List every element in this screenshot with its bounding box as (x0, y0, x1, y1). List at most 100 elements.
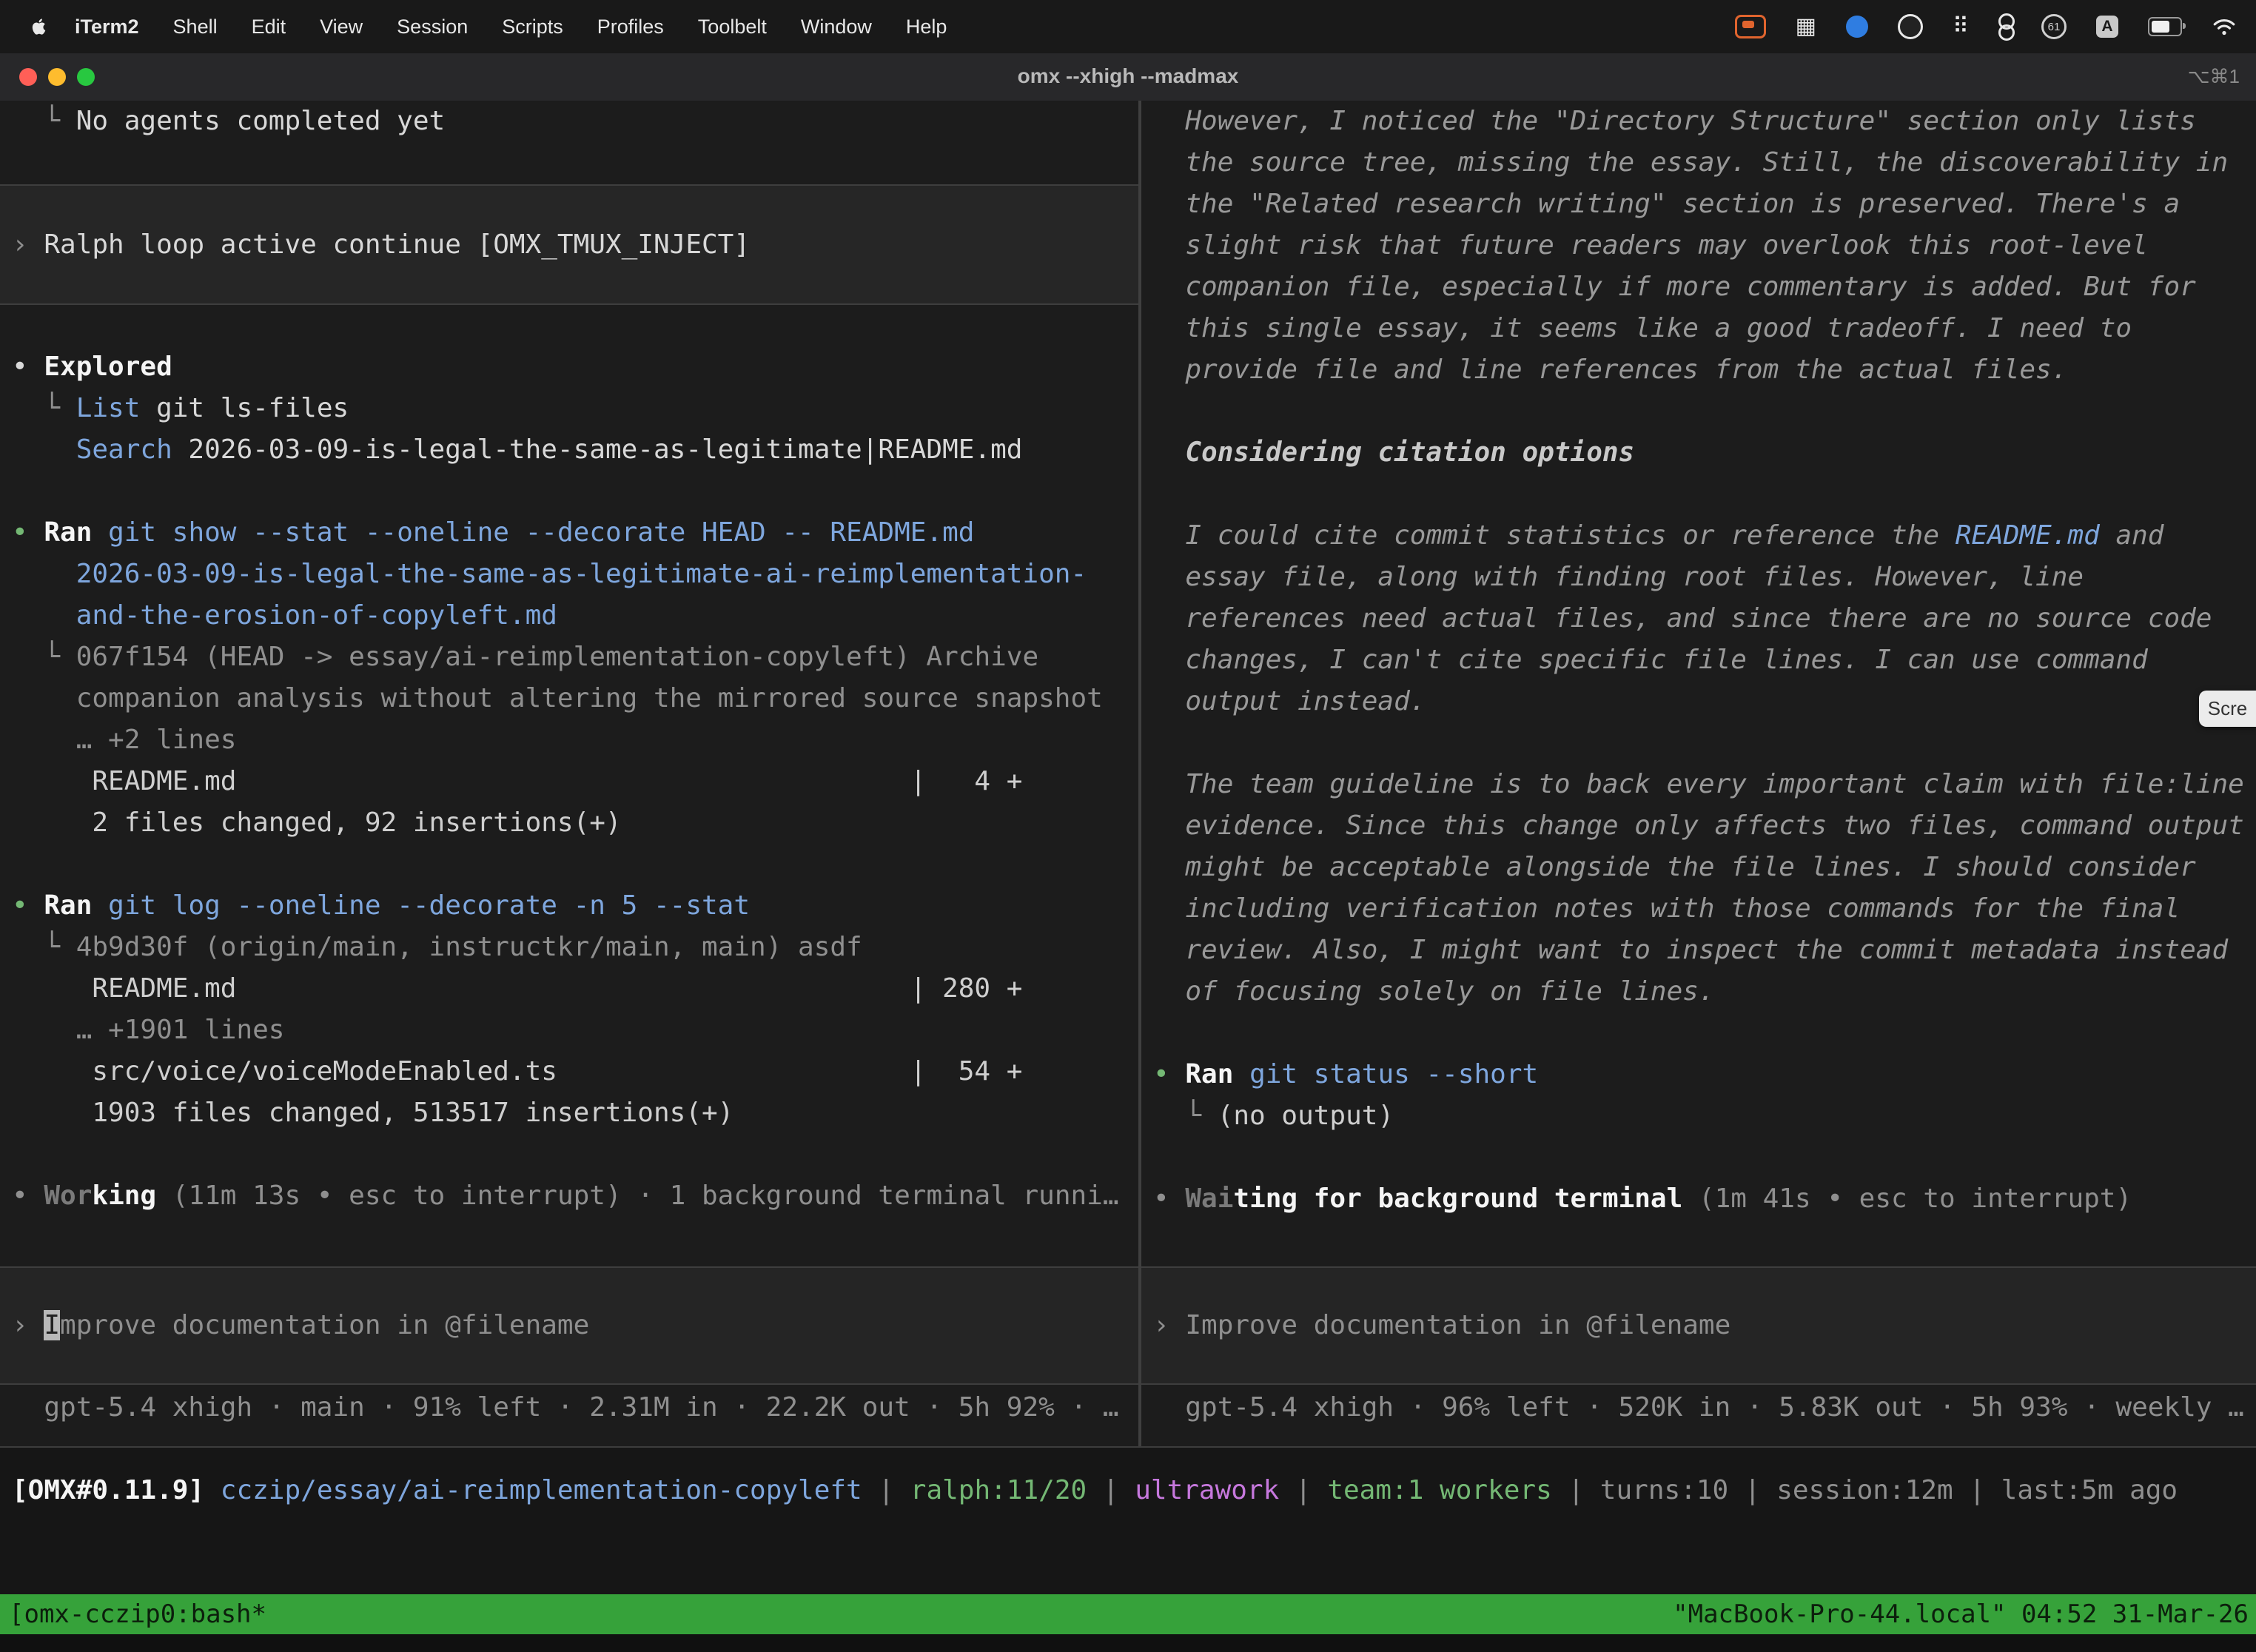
terminal-line: └ 4b9d30f (origin/main, instructkr/main,… (12, 927, 1138, 968)
text-segment: companion analysis without altering the … (12, 683, 1103, 713)
text-segment: 1903 files changed, 513517 insertions(+) (12, 1098, 733, 1128)
text-segment: git ls-files (140, 393, 349, 423)
menu-item-edit[interactable]: Edit (252, 16, 286, 38)
terminal-line: output instead. (1153, 681, 2256, 722)
text-segment: (1m 41s • esc to interrupt) (1682, 1183, 2132, 1214)
menu-item-view[interactable]: View (320, 16, 363, 38)
left-prompt-input-line[interactable]: › Improve documentation in @filename (0, 1305, 1138, 1346)
right-prompt-input[interactable]: › Improve documentation in @filename (1141, 1266, 2256, 1385)
text-segment: README.md | 4 + (12, 766, 1022, 796)
menu-app-name[interactable]: iTerm2 (75, 16, 139, 38)
text-segment: session:12m (1776, 1475, 1953, 1505)
blue-app-icon[interactable] (1846, 16, 1868, 38)
right-prompt-input-line[interactable]: › Improve documentation in @filename (1141, 1305, 2256, 1346)
text-segment: | (862, 1475, 910, 1505)
text-segment: of focusing solely on file lines. (1153, 976, 1715, 1007)
menu-item-profiles[interactable]: Profiles (597, 16, 664, 38)
menu-item-window[interactable]: Window (801, 16, 872, 38)
screen-share-tab[interactable]: Scre (2199, 691, 2256, 727)
text-segment: • (12, 352, 44, 382)
text-segment (92, 517, 108, 548)
text-segment: › (12, 1310, 44, 1340)
right-terminal-pane[interactable]: However, I noticed the "Directory Struct… (1141, 101, 2256, 1446)
ralph-loop-banner-line: › Ralph loop active continue [OMX_TMUX_I… (0, 224, 1138, 266)
menu-item-shell[interactable]: Shell (173, 16, 218, 38)
terminal-line: 2 files changed, 92 insertions(+) (12, 802, 1138, 844)
input-source-icon[interactable]: A (2096, 16, 2118, 38)
text-segment: companion file, especially if more comme… (1153, 272, 2196, 302)
battery-icon[interactable] (2148, 17, 2182, 36)
text-segment: Improve documentation in @filename (1185, 1310, 1730, 1340)
text-segment: ultrawork (1135, 1475, 1279, 1505)
text-segment: • (12, 517, 44, 548)
text-segment: | (1087, 1475, 1135, 1505)
terminal-line: provide file and line references from th… (1153, 349, 2256, 391)
terminal-line (1153, 391, 2256, 432)
terminal-panes: └ No agents completed yet › Ralph loop a… (0, 101, 2256, 1446)
menu-item-help[interactable]: Help (906, 16, 947, 38)
text-segment: the source tree, missing the essay. Stil… (1153, 147, 2228, 178)
terminal-line: Search 2026-03-09-is-legal-the-same-as-l… (12, 429, 1138, 471)
left-top-lines: └ No agents completed yet (0, 101, 1138, 142)
text-segment: README.md | 280 + (12, 973, 1022, 1004)
window-title-bar[interactable]: omx --xhigh --madmax ⌥⌘1 (0, 53, 2256, 102)
left-agent-output: • Explored └ List git ls-files Search 20… (0, 346, 1138, 1217)
figure-eight-icon[interactable] (1998, 15, 2012, 38)
terminal-line: Considering citation options (1153, 432, 2256, 474)
terminal-line: the "Related research writing" section i… (1153, 184, 2256, 225)
text-segment: └ (12, 106, 76, 136)
terminal-line: └ No agents completed yet (12, 101, 1138, 142)
text-segment: ting for background terminal (1233, 1183, 1682, 1214)
text-segment: Considering citation options (1185, 437, 1634, 468)
terminal-line: 1903 files changed, 513517 insertions(+) (12, 1092, 1138, 1134)
text-segment: Wor (44, 1181, 92, 1211)
text-segment: Wai (1185, 1183, 1233, 1214)
terminal-line: essay file, along with finding root file… (1153, 557, 2256, 598)
terminal-line (1153, 1137, 2256, 1178)
terminal-line (12, 1134, 1138, 1175)
text-segment: | (1953, 1475, 2001, 1505)
terminal-line: • Ran git status --short (1153, 1054, 2256, 1095)
left-prompt-input[interactable]: › Improve documentation in @filename (0, 1266, 1138, 1385)
text-segment: • (1153, 1183, 1185, 1214)
text-segment: essay file, along with finding root file… (1153, 562, 2084, 592)
terminal-line: └ 067f154 (HEAD -> essay/ai-reimplementa… (12, 637, 1138, 678)
screen-recording-icon[interactable] (1735, 15, 1766, 38)
text-segment: • (12, 1181, 44, 1211)
menu-item-session[interactable]: Session (397, 16, 468, 38)
terminal-line: src/voice/voiceModeEnabled.ts | 54 + (12, 1051, 1138, 1092)
text-segment: | (1728, 1475, 1776, 1505)
terminal-line: 2026-03-09-is-legal-the-same-as-legitima… (12, 554, 1138, 595)
terminal-line: I could cite commit statistics or refere… (1153, 515, 2256, 557)
text-segment: README.md (1955, 520, 2100, 551)
text-segment (1153, 437, 1185, 468)
terminal-line: … +2 lines (12, 719, 1138, 761)
left-terminal-pane[interactable]: └ No agents completed yet › Ralph loop a… (0, 101, 1138, 1446)
window-tiles-icon[interactable]: ▦ (1796, 16, 1816, 38)
window-title: omx --xhigh --madmax (0, 53, 2256, 99)
dark-app-icon[interactable] (1898, 14, 1923, 39)
text-segment: 067f154 (HEAD -> essay/ai-reimplementati… (76, 642, 1038, 672)
terminal-line: references need actual files, and since … (1153, 598, 2256, 639)
gauge-icon[interactable]: 61 (2041, 14, 2067, 39)
terminal-line: The team guideline is to back every impo… (1153, 764, 2256, 805)
menu-item-toolbelt[interactable]: Toolbelt (698, 16, 767, 38)
terminal-line: • Ran git show --stat --oneline --decora… (12, 512, 1138, 554)
terminal-line (12, 471, 1138, 512)
apple-logo-icon[interactable] (30, 16, 50, 38)
text-segment: gpt-5.4 xhigh · 96% left · 520K in · 5.8… (1153, 1392, 2244, 1423)
text-segment: └ (12, 393, 76, 423)
menu-item-scripts[interactable]: Scripts (502, 16, 563, 38)
text-segment: gpt-5.4 xhigh · main · 91% left · 2.31M … (12, 1392, 1119, 1423)
text-segment (12, 559, 76, 589)
text-segment: last:5m ago (2001, 1475, 2178, 1505)
terminal-line: • Waiting for background terminal (1m 41… (1153, 1178, 2256, 1220)
terminal-line: this single essay, it seems like a good … (1153, 308, 2256, 349)
text-segment: 2026-03-09-is-legal-the-same-as-legitima… (76, 559, 1087, 589)
tmux-session-label: [omx-cczip0:bash* (9, 1599, 266, 1629)
wifi-icon[interactable] (2212, 16, 2237, 37)
terminal-line: including verification notes with those … (1153, 888, 2256, 930)
right-agent-output: However, I noticed the "Directory Struct… (1141, 101, 2256, 1220)
text-segment: └ (1153, 1101, 1218, 1131)
dots-grid-icon[interactable]: ⠿ (1953, 16, 1969, 38)
